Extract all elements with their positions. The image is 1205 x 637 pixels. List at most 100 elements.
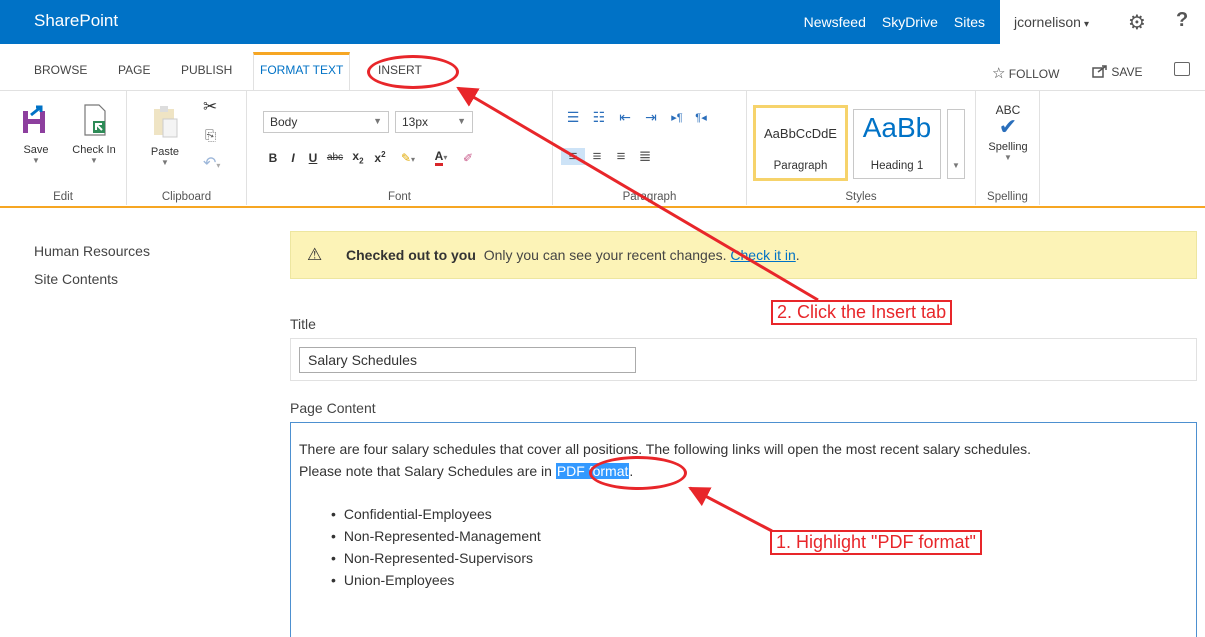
notice-bold: Checked out to you [346, 247, 476, 263]
edit-group-label: Edit [53, 191, 73, 203]
chevron-down-icon: ▼ [32, 156, 40, 165]
highlight-color-icon[interactable]: ✎▾ [391, 151, 425, 165]
clipboard-group-label: Clipboard [161, 191, 212, 203]
paste-button[interactable]: Paste ▼ [143, 105, 187, 169]
tab-browse[interactable]: BROWSE [34, 63, 87, 77]
content-line-2: Please note that Salary Schedules are in… [299, 461, 633, 481]
list-item[interactable]: Non-Represented-Supervisors [331, 547, 541, 569]
chevron-down-icon: ▼ [90, 156, 98, 165]
paste-icon [154, 106, 178, 138]
help-icon[interactable]: ? [1176, 9, 1188, 32]
chevron-down-icon: ▼ [1004, 153, 1012, 162]
suite-links: Newsfeed SkyDrive Sites [804, 14, 985, 30]
spelling-group-label: Spelling [987, 191, 1028, 203]
spelling-label: Spelling [988, 141, 1028, 153]
tab-format-text[interactable]: FORMAT TEXT [253, 52, 351, 90]
save-top-button[interactable]: SAVE [1092, 64, 1142, 79]
insert-tab-highlight-ellipse [367, 55, 459, 89]
paste-label: Paste [150, 146, 180, 158]
notice-period: . [795, 247, 800, 263]
font-style-value: Body [270, 115, 298, 129]
justify-icon[interactable]: ≣ [633, 147, 657, 165]
save-label: Save [23, 144, 49, 156]
undo-icon[interactable]: ↶▾ [203, 153, 220, 173]
chevron-down-icon: ▼ [457, 116, 466, 126]
list-item[interactable]: Union-Employees [331, 569, 541, 591]
ribbon-tabs: BROWSE PAGE PUBLISH FORMAT TEXT INSERT ☆… [0, 52, 1205, 90]
bold-icon[interactable]: B [263, 151, 283, 165]
rtl-icon[interactable]: ¶◂ [689, 111, 713, 124]
pdf-format-highlight-ellipse [589, 456, 687, 490]
style-heading-1[interactable]: AaBb Heading 1 [853, 109, 941, 179]
copy-icon[interactable]: ⎘ [205, 127, 216, 144]
outdent-icon[interactable]: ⇤ [613, 109, 637, 126]
style-paragraph-name: Paragraph [773, 160, 828, 172]
chevron-down-icon: ▼ [373, 116, 382, 126]
tab-page[interactable]: PAGE [118, 63, 150, 77]
user-menu[interactable]: jcornelison ▾ [1014, 14, 1089, 30]
focus-on-content-icon[interactable] [1174, 62, 1190, 76]
title-input[interactable]: Salary Schedules [299, 347, 636, 373]
ribbon: Save ▼ Check In ▼ Edit Paste ▼ ✂ ⎘ ↶▾ Cl… [0, 90, 1205, 208]
check-it-in-link[interactable]: Check it in [730, 247, 795, 263]
strikethrough-icon[interactable]: abc [323, 152, 347, 163]
skydrive-link[interactable]: SkyDrive [882, 14, 938, 30]
step-1-callout: 1. Highlight "PDF format" [770, 530, 982, 555]
checked-out-notice: ⚠ Checked out to you Only you can see yo… [290, 231, 1197, 279]
font-style-select[interactable]: Body ▼ [263, 111, 389, 133]
font-group: Body ▼ 13px ▼ B I U abc x2 x2 ✎▾ A▾ ✐ Font [247, 91, 553, 205]
list-item[interactable]: Non-Represented-Management [331, 525, 541, 547]
styles-more-button[interactable]: ▼ [947, 109, 965, 179]
align-right-icon[interactable]: ≡ [609, 148, 633, 165]
sharepoint-brand[interactable]: SharePoint [34, 11, 118, 31]
spelling-button[interactable]: ABC ✔ Spelling ▼ [984, 103, 1032, 167]
follow-button[interactable]: ☆ FOLLOW [992, 64, 1059, 82]
checkmark-icon: ✔ [998, 114, 1018, 139]
save-button[interactable]: Save ▼ [14, 103, 58, 167]
share-save-icon [1092, 65, 1107, 78]
sites-link[interactable]: Sites [954, 14, 985, 30]
gear-icon[interactable]: ⚙ [1128, 10, 1146, 35]
numbered-list-icon[interactable]: ☷ [585, 109, 613, 126]
page-content-editor[interactable]: There are four salary schedules that cov… [290, 422, 1197, 637]
style-paragraph-preview: AaBbCcDdE [764, 126, 837, 141]
ltr-icon[interactable]: ▸¶ [665, 111, 689, 124]
user-name: jcornelison [1014, 14, 1081, 30]
save-top-label: SAVE [1111, 65, 1143, 79]
warning-icon: ⚠ [307, 245, 323, 264]
newsfeed-link[interactable]: Newsfeed [804, 14, 866, 30]
edit-group: Save ▼ Check In ▼ Edit [0, 91, 127, 205]
content-line-1: There are four salary schedules that cov… [299, 441, 1031, 457]
indent-icon[interactable]: ⇥ [637, 109, 665, 126]
check-in-icon [84, 104, 106, 136]
follow-label: FOLLOW [1008, 67, 1060, 81]
list-item[interactable]: Confidential-Employees [331, 503, 541, 525]
italic-icon[interactable]: I [283, 151, 303, 165]
suite-bar: SharePoint Newsfeed SkyDrive Sites jcorn… [0, 0, 1205, 44]
clear-format-icon[interactable]: ✐ [457, 151, 479, 165]
check-in-label: Check In [72, 144, 116, 156]
underline-icon[interactable]: U [303, 151, 323, 165]
styles-group: AaBbCcDdE Paragraph AaBb Heading 1 ▼ Sty… [747, 91, 976, 205]
align-center-icon[interactable]: ≡ [585, 148, 609, 165]
spelling-group: ABC ✔ Spelling ▼ Spelling [976, 91, 1040, 205]
font-format-row: B I U abc x2 x2 ✎▾ A▾ ✐ [263, 149, 479, 166]
paragraph-group-label: Paragraph [622, 191, 677, 203]
style-paragraph[interactable]: AaBbCcDdE Paragraph [753, 105, 848, 181]
superscript-icon[interactable]: x2 [369, 150, 391, 165]
cut-icon[interactable]: ✂ [203, 97, 217, 117]
nav-item-site-contents[interactable]: Site Contents [34, 271, 150, 287]
notice-text: Checked out to you Only you can see your… [346, 247, 800, 263]
user-area: jcornelison ▾ ⚙ ? [1000, 0, 1205, 44]
font-size-select[interactable]: 13px ▼ [395, 111, 473, 133]
check-in-button[interactable]: Check In ▼ [68, 103, 120, 167]
chevron-down-icon: ▼ [952, 161, 960, 170]
subscript-icon[interactable]: x2 [347, 149, 369, 165]
bullet-list-icon[interactable]: ☰ [561, 109, 585, 126]
font-color-icon[interactable]: A▾ [425, 149, 457, 166]
tab-publish[interactable]: PUBLISH [181, 63, 232, 77]
align-left-icon[interactable]: ≡ [561, 147, 585, 165]
nav-item-human-resources[interactable]: Human Resources [30, 237, 263, 267]
left-navigation: Human Resources Site Contents [30, 237, 263, 299]
title-label: Title [290, 316, 316, 332]
